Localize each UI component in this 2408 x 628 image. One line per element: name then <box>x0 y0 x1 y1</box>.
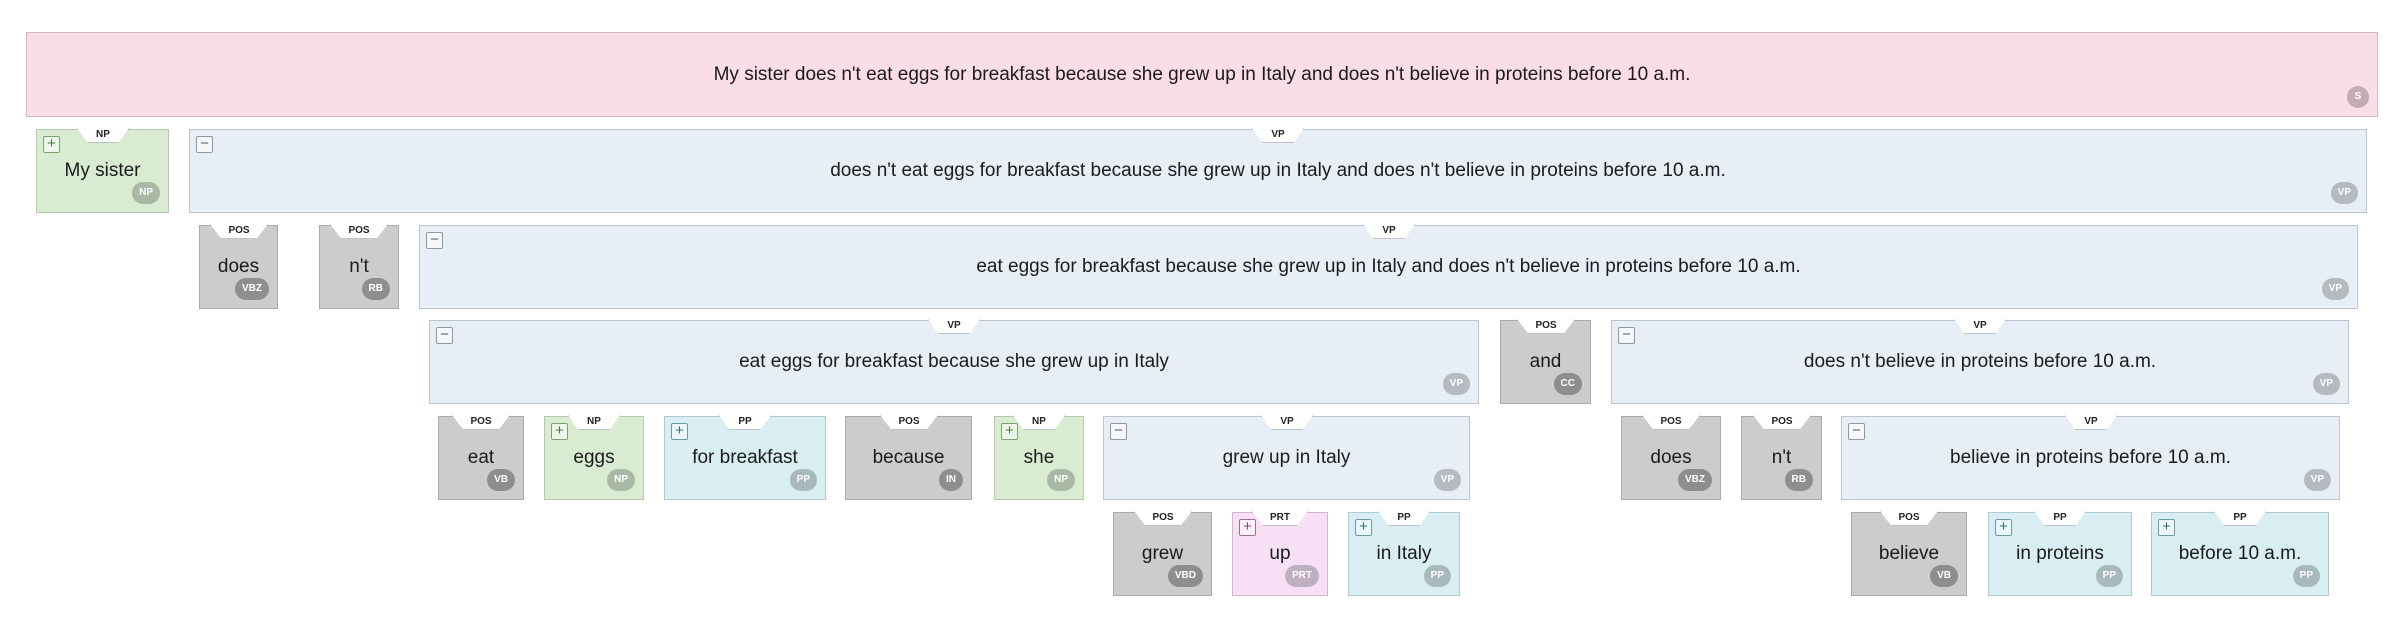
expand-icon[interactable]: + <box>551 423 568 440</box>
node-tag-badge: VP <box>2321 278 2349 300</box>
node-text: before 10 a.m. <box>2178 543 2302 564</box>
node-text: My sister <box>64 160 141 181</box>
node-text: My sister does n't eat eggs for breakfas… <box>713 63 1691 85</box>
node-tag-badge: RB <box>361 278 390 300</box>
expand-icon[interactable]: + <box>1001 423 1018 440</box>
node-tag-badge: NP <box>607 469 635 491</box>
collapse-icon[interactable]: − <box>1110 423 1127 440</box>
node-tag-badge: VBD <box>1167 565 1203 587</box>
node-text: eat eggs for breakfast because she grew … <box>739 351 1169 372</box>
node-text: does <box>1650 447 1692 468</box>
node-tag-badge: PP <box>1423 565 1451 587</box>
node-text: eat <box>467 447 495 468</box>
node-text: does <box>217 256 260 277</box>
node-text: does n't believe in proteins before 10 a… <box>1803 351 2157 372</box>
node-text: believe in proteins before 10 a.m. <box>1950 447 2231 468</box>
collapse-icon[interactable]: − <box>196 136 213 153</box>
node-text: n't <box>1771 447 1792 468</box>
node-text: and <box>1529 351 1562 372</box>
expand-icon[interactable]: + <box>43 136 60 153</box>
node-tag-badge: VP <box>2330 182 2358 204</box>
node-tag-badge: S <box>2347 86 2369 108</box>
node-text: eat eggs for breakfast because she grew … <box>976 256 1801 277</box>
node-tag-badge: PP <box>2095 565 2123 587</box>
expand-icon[interactable]: + <box>2158 519 2175 536</box>
collapse-icon[interactable]: − <box>426 232 443 249</box>
node-text: grew up in Italy <box>1222 447 1351 468</box>
node-tag-badge: PRT <box>1285 565 1319 587</box>
collapse-icon[interactable]: − <box>1618 327 1635 344</box>
node-text: eggs <box>573 447 615 468</box>
node-tag-badge: CC <box>1553 373 1582 395</box>
node-text: up <box>1269 543 1291 564</box>
expand-icon[interactable]: + <box>1239 519 1256 536</box>
node-text: because <box>872 447 945 468</box>
parse-tree: My sister does n't eat eggs for breakfas… <box>0 0 2408 628</box>
node-text: n't <box>349 256 369 277</box>
node-tag-badge: IN <box>939 469 963 491</box>
node-tag-badge: VP <box>1433 469 1461 491</box>
node-tag-badge: PP <box>789 469 817 491</box>
node-tag-badge: RB <box>1784 469 1813 491</box>
node-tag-badge: VBZ <box>235 278 269 300</box>
node-tag-badge: VB <box>1930 565 1958 587</box>
node-tag-badge: VBZ <box>1678 469 1712 491</box>
node-text: does n't eat eggs for breakfast because … <box>830 160 1726 181</box>
tree-node-s[interactable]: My sister does n't eat eggs for breakfas… <box>26 32 2378 117</box>
node-text: believe <box>1878 543 1940 564</box>
node-tag-badge: NP <box>132 182 160 204</box>
expand-icon[interactable]: + <box>1995 519 2012 536</box>
node-tag-badge: PP <box>2292 565 2320 587</box>
node-tag-badge: VP <box>1442 373 1470 395</box>
collapse-icon[interactable]: − <box>436 327 453 344</box>
expand-icon[interactable]: + <box>1355 519 1372 536</box>
node-tag-badge: NP <box>1047 469 1075 491</box>
node-text: grew <box>1141 543 1184 564</box>
node-tag-badge: VB <box>487 469 515 491</box>
node-text: she <box>1023 447 1055 468</box>
node-tag-badge: VP <box>2312 373 2340 395</box>
node-text: in proteins <box>2016 543 2104 564</box>
node-text: for breakfast <box>692 447 798 468</box>
node-tag-badge: VP <box>2303 469 2331 491</box>
expand-icon[interactable]: + <box>671 423 688 440</box>
node-text: in Italy <box>1376 543 1432 564</box>
collapse-icon[interactable]: − <box>1848 423 1865 440</box>
